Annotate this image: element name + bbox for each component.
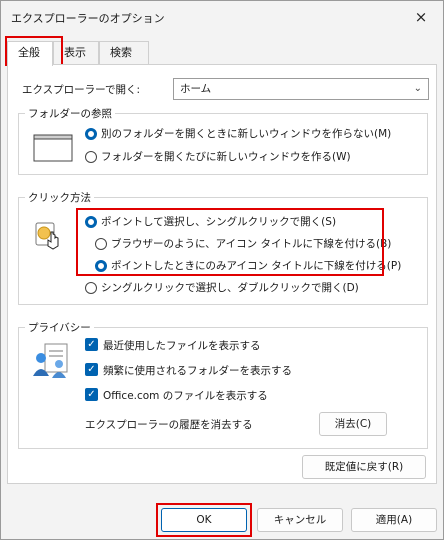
privacy-group: プライバシー ✓ 最近使用したファイルを表示する ✓ 頻繁に使用されるフォルダー… xyxy=(18,320,428,449)
chevron-down-icon: ⌄ xyxy=(413,83,422,94)
privacy-title: プライバシー xyxy=(25,320,94,335)
clear-history-button[interactable]: 消去(C) xyxy=(319,412,387,436)
option-same-window[interactable]: 別のフォルダーを開くときに新しいウィンドウを作らない(M) xyxy=(101,126,391,141)
tab-search[interactable]: 検索 xyxy=(99,41,149,64)
option-frequent-folders[interactable]: 頻繁に使用されるフォルダーを表示する xyxy=(103,363,292,378)
checkbox-office-files[interactable]: ✓ xyxy=(85,388,98,401)
explorer-options-dialog: エクスプローラーのオプション × 全般 表示 検索 エクスプローラーで開く: ホ… xyxy=(0,0,444,540)
radio-same-window[interactable] xyxy=(85,128,97,140)
option-recent-files[interactable]: 最近使用したファイルを表示する xyxy=(103,338,261,353)
apply-button[interactable]: 適用(A) xyxy=(351,508,437,532)
cancel-button[interactable]: キャンセル xyxy=(257,508,343,532)
open-explorer-label: エクスプローラーで開く: xyxy=(22,84,141,96)
option-new-window[interactable]: フォルダーを開くたびに新しいウィンドウを作る(W) xyxy=(101,149,351,164)
open-explorer-select[interactable]: ホーム ⌄ xyxy=(173,78,429,100)
open-explorer-value: ホーム xyxy=(180,83,212,95)
click-method-title: クリック方法 xyxy=(25,190,94,205)
highlight-ok-button xyxy=(156,503,252,537)
option-double-click[interactable]: シングルクリックで選択し、ダブルクリックで開く(D) xyxy=(101,280,359,295)
title-bar: エクスプローラーのオプション × xyxy=(1,1,443,33)
general-panel: エクスプローラーで開く: ホーム ⌄ フォルダーの参照 別のフォルダーを開くとき… xyxy=(7,64,437,484)
click-cursor-icon xyxy=(35,222,59,250)
highlight-click-options xyxy=(76,208,384,276)
privacy-people-icon xyxy=(33,343,68,378)
restore-defaults-button[interactable]: 既定値に戻す(R) xyxy=(302,455,426,479)
checkbox-recent-files[interactable]: ✓ xyxy=(85,338,98,351)
radio-double-click[interactable] xyxy=(85,282,97,294)
checkbox-frequent-folders[interactable]: ✓ xyxy=(85,363,98,376)
option-office-files[interactable]: Office.com のファイルを表示する xyxy=(103,388,268,403)
folder-browse-title: フォルダーの参照 xyxy=(25,106,115,121)
window-title: エクスプローラーのオプション xyxy=(11,12,165,25)
folder-browse-group: フォルダーの参照 別のフォルダーを開くときに新しいウィンドウを作らない(M) フ… xyxy=(18,106,428,175)
radio-new-window[interactable] xyxy=(85,151,97,163)
clear-history-label: エクスプローラーの履歴を消去する xyxy=(85,419,253,431)
close-icon[interactable]: × xyxy=(407,5,435,29)
tab-general[interactable]: 全般 xyxy=(7,41,53,66)
folder-window-icon xyxy=(33,134,73,162)
